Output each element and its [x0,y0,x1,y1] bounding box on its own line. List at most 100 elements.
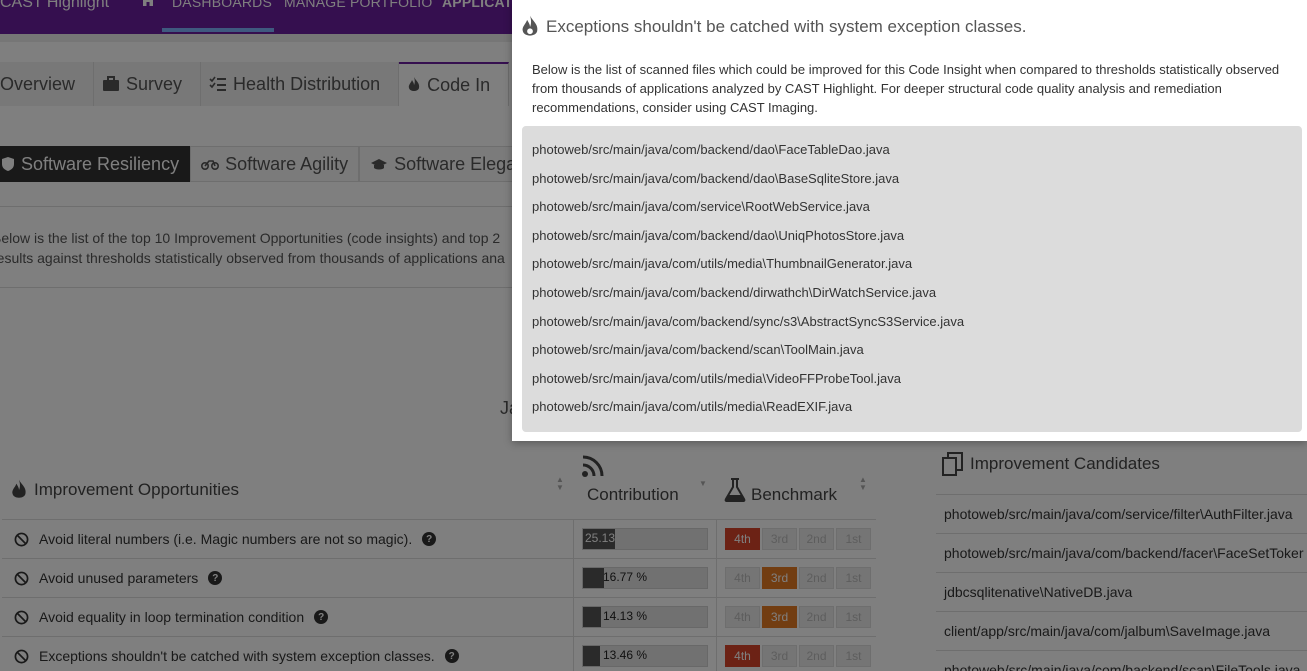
table-row[interactable]: Avoid literal numbers (i.e. Magic number… [2,519,876,559]
benchmark-rank-4th: 4th [725,528,760,550]
benchmark-rank-3rd: 3rd [762,528,797,550]
sub-tabs: Software Resiliency Software Agility Sof… [0,146,528,182]
contribution-bar-fill [583,607,601,627]
benchmark-rank-2nd: 2nd [799,567,834,589]
nav-dashboards[interactable]: DASHBOARDS [172,0,272,10]
candidate-item[interactable]: jdbcsqlitenative\NativeDB.java [936,572,1307,611]
benchmark-cell: 4th 3rd 2nd 1st [717,559,876,598]
code-insight-label: Exceptions shouldn't be catched with sys… [39,648,435,664]
sort-arrows-icon[interactable]: ▲ ▼ [859,476,867,492]
improvement-candidates-title: Improvement Candidates [970,454,1160,473]
divider [0,206,520,207]
contribution-cell: 16.77 % [574,558,717,598]
file-item[interactable]: photoweb/src/main/java/com/backend/dao\U… [532,228,904,243]
tab-survey[interactable]: Survey [94,62,202,106]
benchmark-column-header[interactable]: Benchmark [751,485,837,505]
code-insight-name[interactable]: Avoid literal numbers (i.e. Magic number… [2,519,574,559]
popup-title: Exceptions shouldn't be catched with sys… [546,17,1027,36]
improvement-candidates-header: Improvement Candidates [942,452,1160,476]
ban-icon [14,649,29,663]
contribution-cell: 14.13 % [574,597,717,637]
table-row[interactable]: Exceptions shouldn't be catched with sys… [2,636,876,671]
sort-desc-icon[interactable]: ▼ [699,480,707,488]
contribution-bar: 13.46 % [582,645,708,667]
candidate-item[interactable]: photoweb/src/main/java/com/backend/facer… [936,533,1307,572]
file-item[interactable]: photoweb/src/main/java/com/utils/media\R… [532,399,852,414]
contribution-value: 25.13 [585,531,616,545]
contribution-cell: 25.13 [574,519,717,559]
benchmark-rank-1st: 1st [836,645,871,667]
contribution-value: 14.13 % [603,609,648,623]
benchmark-rank-1st: 1st [836,606,871,628]
description-line-2: results against thresholds statistically… [0,250,505,266]
main-tabs: Overview Survey Health Distribution Code… [0,62,510,106]
brand-logo[interactable]: CAST Highlight [0,0,109,12]
benchmark-cell: 4th 3rd 2nd 1st [717,520,876,559]
benchmark-rank-1st: 1st [836,567,871,589]
code-insight-name[interactable]: Avoid unused parameters? [2,558,574,598]
help-icon[interactable]: ? [444,649,459,663]
code-insight-label: Avoid unused parameters [39,570,199,586]
description-line-1: Below is the list of the top 10 Improvem… [0,230,501,246]
subtab-software-resiliency[interactable]: Software Resiliency [0,146,191,182]
contribution-column-header[interactable]: Contribution [587,485,679,505]
benchmark-cell: 4th 3rd 2nd 1st [717,637,876,671]
list-check-icon [209,76,227,91]
help-icon[interactable]: ? [314,610,329,624]
ban-icon [14,571,29,585]
file-item[interactable]: photoweb/src/main/java/com/service\RootW… [532,199,870,214]
benchmark-rank-3rd: 3rd [762,645,797,667]
tab-survey-label: Survey [126,73,183,94]
help-icon[interactable]: ? [422,532,437,546]
popup-description: Below is the list of scanned files which… [532,62,1280,115]
candidate-item[interactable]: photoweb/src/main/java/com/backend/scan\… [936,650,1307,671]
home-icon[interactable] [140,0,156,8]
code-insight-name[interactable]: Avoid equality in loop termination condi… [2,597,574,637]
file-item[interactable]: photoweb/src/main/java/com/backend/dao\F… [532,142,890,157]
file-item[interactable]: photoweb/src/main/java/com/backend/scan\… [532,342,864,357]
code-insight-label: Avoid equality in loop termination condi… [39,609,305,625]
fire-icon [408,77,420,91]
contribution-value: 13.46 % [603,648,648,662]
tab-code-insights[interactable]: Code In [399,62,510,106]
subtab-software-elegance[interactable]: Software Elega [359,146,528,182]
sort-arrows-icon[interactable]: ▲ ▼ [556,476,564,492]
file-item[interactable]: photoweb/src/main/java/com/backend/dao\B… [532,171,899,186]
file-item[interactable]: photoweb/src/main/java/com/utils/media\V… [532,371,901,386]
nav-manage-portfolio[interactable]: MANAGE PORTFOLIO [284,0,432,10]
subtab-software-resiliency-label: Software Resiliency [21,153,180,174]
section-description: Below is the list of the top 10 Improvem… [0,228,522,268]
benchmark-rank-3rd: 3rd [762,567,797,589]
file-item[interactable]: photoweb/src/main/java/com/backend/sync/… [532,314,964,329]
copy-icon [942,452,963,476]
fire-icon [522,15,538,36]
file-item[interactable]: photoweb/src/main/java/com/utils/media\T… [532,256,912,271]
tab-overview[interactable]: Overview [0,62,95,106]
table-row[interactable]: Avoid equality in loop termination condi… [2,597,876,637]
table-row[interactable]: Avoid unused parameters? 16.77 % 4th 3rd 2nd… [2,558,876,598]
tab-overview-label: Overview [0,73,76,94]
subtab-software-elegance-label: Software Elega [394,153,517,174]
candidate-item[interactable]: client/app/src/main/java/com/jalbum\Save… [936,611,1307,650]
tab-health-distribution[interactable]: Health Distribution [201,62,400,106]
contribution-value: 16.77 % [603,570,648,584]
file-list: photoweb/src/main/java/com/backend/dao\F… [522,126,1302,432]
briefcase-icon [103,76,120,91]
code-insight-name[interactable]: Exceptions shouldn't be catched with sys… [2,636,574,671]
subtab-software-agility[interactable]: Software Agility [190,146,360,182]
app-title: CAST Highlight [0,0,110,11]
ban-icon [14,532,29,546]
improvement-opportunities-title: Improvement Opportunities [34,480,240,499]
candidate-item[interactable]: photoweb/src/main/java/com/service/filte… [936,494,1307,533]
motorcycle-icon [201,160,220,170]
file-item[interactable]: photoweb/src/main/java/com/backend/dirwa… [532,285,936,300]
contribution-bar: 16.77 % [582,567,708,589]
benchmark-rank-2nd: 2nd [799,528,834,550]
help-icon[interactable]: ? [208,571,223,585]
subtab-software-agility-label: Software Agility [225,153,349,174]
popup-header: Exceptions shouldn't be catched with sys… [520,14,1026,40]
benchmark-cell: 4th 3rd 2nd 1st [717,598,876,637]
fire-icon [12,479,26,498]
graduation-cap-icon [371,159,388,170]
benchmark-rank-4th: 4th [725,567,760,589]
